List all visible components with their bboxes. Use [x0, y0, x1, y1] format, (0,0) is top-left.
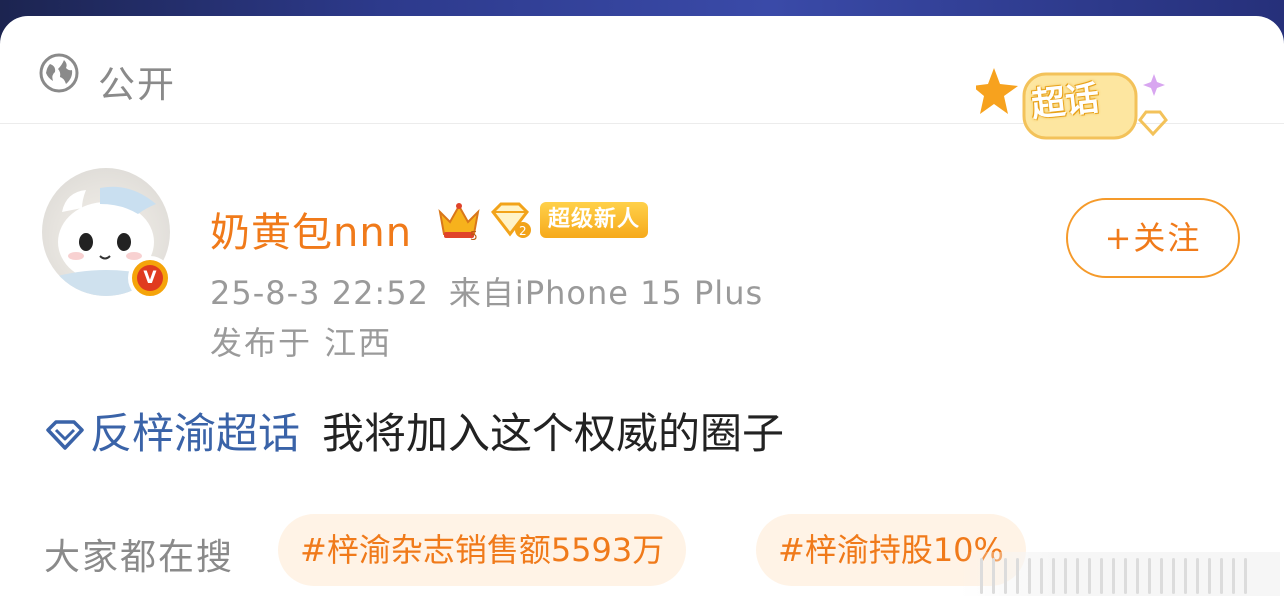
super-topic-badge-text: 超话 — [1029, 78, 1102, 126]
super-topic-link-label: 反梓渝超话 — [90, 409, 301, 458]
post-source: 来自iPhone 15 Plus — [448, 274, 764, 312]
super-newbie-tag: 超级新人 — [540, 202, 649, 238]
gem-level-icon: 2 — [491, 202, 531, 238]
timestamp: 25-8-3 22:52 — [210, 274, 429, 312]
trending-search-item[interactable]: #梓渝杂志销售额5593万 — [278, 514, 687, 586]
watermark-bars — [980, 558, 1256, 596]
post-card: 公开 超话 V 奶黄包nnn 5 2 超级新人 25-8-3 22:52 来自i… — [0, 16, 1284, 596]
trending-label: 大家都在搜 — [44, 537, 235, 578]
diamond-topic-icon — [46, 420, 84, 450]
visibility-label[interactable]: 公开 — [98, 54, 176, 108]
post-text: 我将加入这个权威的圈子 — [322, 409, 785, 458]
post-header-bar: 公开 超话 — [0, 16, 1284, 140]
super-topic-link[interactable]: 反梓渝超话 — [44, 409, 300, 458]
post-meta: 25-8-3 22:52 来自iPhone 15 Plus — [210, 268, 763, 314]
crown-icon: 5 — [438, 203, 480, 242]
post-location: 发布于 江西 — [210, 324, 393, 362]
verified-icon: V — [128, 256, 172, 300]
follow-button[interactable]: +关注 — [1066, 198, 1240, 278]
svg-text:2: 2 — [519, 224, 527, 238]
globe-icon — [39, 53, 79, 93]
svg-text:5: 5 — [470, 229, 478, 242]
author-name[interactable]: 奶黄包nnn — [210, 200, 412, 258]
post-content: 反梓渝超话 我将加入这个权威的圈子 — [44, 400, 784, 461]
